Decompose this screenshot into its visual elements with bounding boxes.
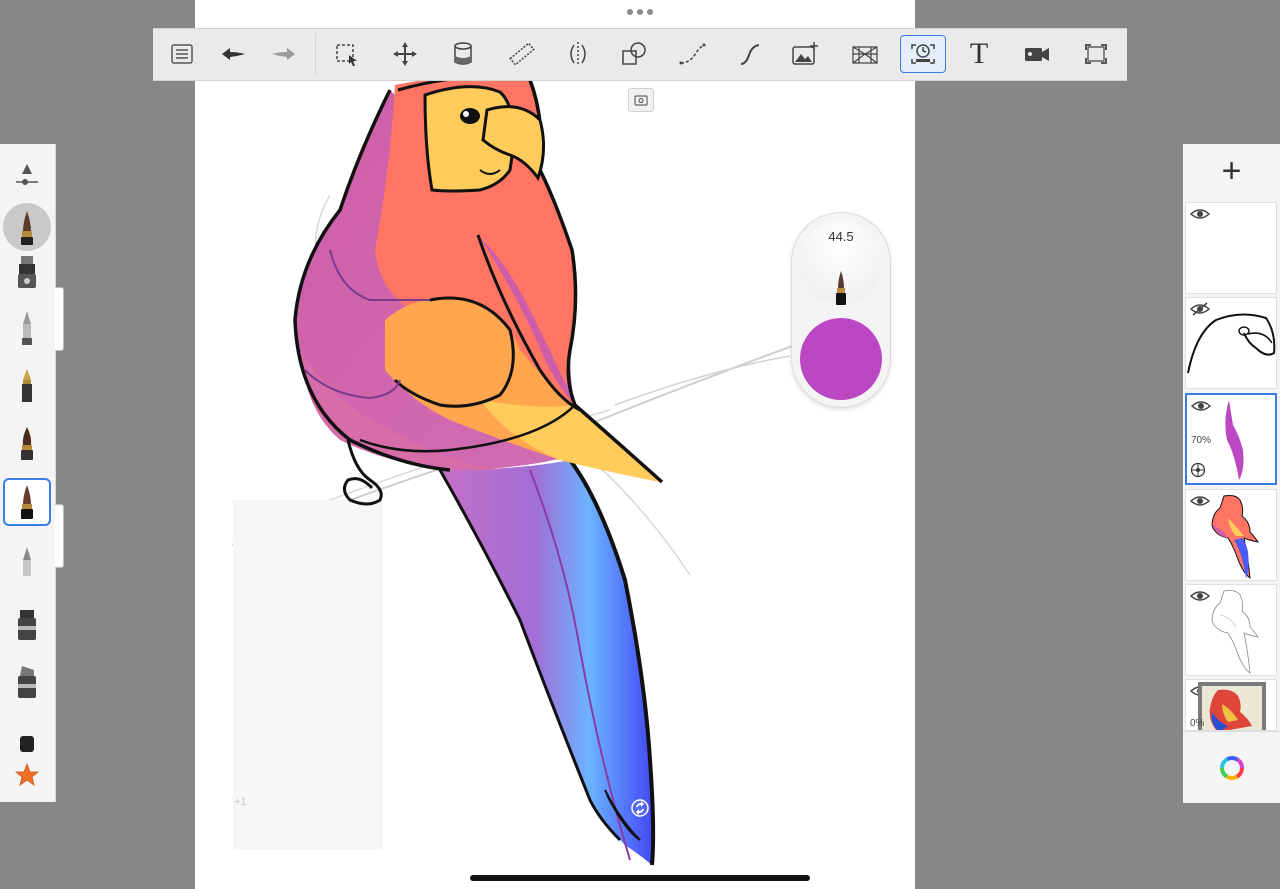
- top-toolbar: T: [153, 28, 1127, 81]
- import-image-icon[interactable]: [784, 35, 826, 73]
- layer-reference-image[interactable]: 0%: [1185, 679, 1277, 731]
- chisel-marker-icon[interactable]: [3, 658, 51, 706]
- drawing-canvas[interactable]: [195, 0, 915, 889]
- layer-outline-head[interactable]: [1185, 297, 1277, 389]
- curve-icon[interactable]: [672, 35, 714, 73]
- marker-icon[interactable]: [3, 600, 51, 648]
- fountain-pen-icon[interactable]: [3, 362, 51, 410]
- color-editor-button[interactable]: [1183, 731, 1280, 803]
- home-indicator[interactable]: [470, 875, 810, 881]
- toolbar-drag-handle[interactable]: [627, 9, 653, 17]
- current-color-swatch[interactable]: [800, 318, 882, 400]
- transform-icon[interactable]: [384, 35, 426, 73]
- layer-colored-parrot[interactable]: [1185, 489, 1277, 581]
- shapes-icon[interactable]: [613, 35, 655, 73]
- stroke-icon[interactable]: [729, 35, 771, 73]
- time-lapse-icon[interactable]: [900, 35, 946, 73]
- airbrush-icon[interactable]: [3, 248, 51, 296]
- paintbrush-icon[interactable]: [3, 419, 51, 467]
- layer-purple-stroke[interactable]: 70%: [1185, 393, 1277, 485]
- layer-thumbnail: [1198, 682, 1266, 730]
- gallery-icon[interactable]: [161, 35, 203, 73]
- parrot-drawing: [231, 75, 796, 866]
- soft-pencil-icon[interactable]: [3, 538, 51, 586]
- layer-thumbnail: [1211, 495, 1260, 580]
- ruler-icon[interactable]: [501, 35, 543, 73]
- canvas-hint: +1: [234, 796, 247, 808]
- layer-opacity: 0%: [1190, 718, 1205, 729]
- paintbrush-current-icon[interactable]: [3, 203, 51, 251]
- color-wheel-icon: [1219, 755, 1244, 780]
- pencil-icon[interactable]: [3, 304, 51, 352]
- selection-icon[interactable]: [326, 35, 368, 73]
- layer-thumbnail: [1187, 313, 1276, 374]
- layer-sketch-parrot[interactable]: [1185, 584, 1277, 676]
- text-tool-icon[interactable]: T: [958, 35, 1000, 73]
- add-layer-label: +: [1221, 152, 1242, 190]
- layer-blank[interactable]: [1185, 202, 1277, 294]
- brush-preview-icon: [836, 271, 846, 305]
- perspective-icon[interactable]: [844, 35, 886, 73]
- eye-icon[interactable]: [1190, 207, 1210, 221]
- canvas-overlay-icon[interactable]: [628, 88, 654, 112]
- fill-icon[interactable]: [442, 35, 484, 73]
- add-layer-button[interactable]: +: [1183, 144, 1280, 199]
- rotate-handle-icon[interactable]: [630, 798, 650, 818]
- selected-brush-icon[interactable]: [3, 478, 51, 526]
- text-tool-label: T: [969, 37, 989, 70]
- brush-group-indicator: [55, 504, 64, 568]
- symmetry-icon[interactable]: [557, 35, 599, 73]
- brush-puck[interactable]: 44.5: [792, 213, 890, 407]
- redo-icon[interactable]: [263, 35, 305, 73]
- brush-size-control[interactable]: 44.5: [799, 220, 883, 305]
- brush-group-indicator: [55, 287, 64, 351]
- video-icon[interactable]: [1016, 35, 1058, 73]
- size-slider-icon[interactable]: [3, 150, 51, 198]
- layers-panel: + 70% 0%: [1183, 144, 1280, 803]
- layer-lock-icon[interactable]: [1190, 462, 1206, 478]
- favorites-star-icon[interactable]: [3, 752, 51, 800]
- undo-icon[interactable]: [212, 35, 254, 73]
- layer-thumbnail: [1211, 590, 1259, 674]
- fullscreen-icon[interactable]: [1075, 35, 1117, 73]
- brush-library-panel: [0, 144, 56, 802]
- brush-size-value: 44.5: [828, 229, 854, 244]
